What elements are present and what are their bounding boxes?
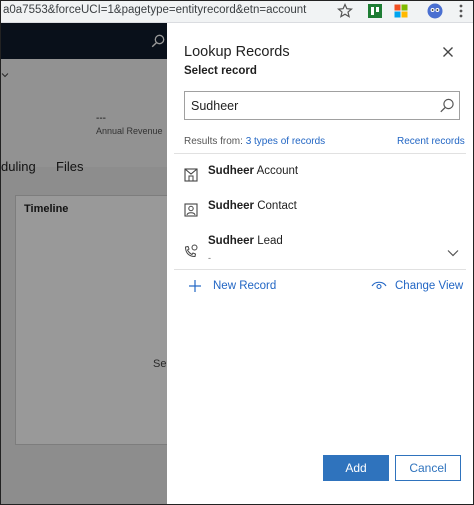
contact-icon bbox=[184, 203, 198, 217]
divider bbox=[174, 269, 466, 270]
background-app: --- Annual Revenue duling Files Timeline… bbox=[1, 23, 167, 504]
close-icon[interactable] bbox=[439, 43, 457, 61]
address-bar-url[interactable]: a0a7553&forceUCI=1&pagetype=entityrecord… bbox=[3, 4, 306, 16]
cancel-button[interactable]: Cancel bbox=[395, 455, 461, 481]
result-name: Sudheer bbox=[208, 200, 255, 212]
result-label: Sudheer Contact bbox=[208, 200, 297, 212]
search-box bbox=[184, 91, 460, 120]
result-label: Sudheer Account bbox=[208, 165, 298, 177]
record-types-link[interactable]: 3 types of records bbox=[246, 136, 325, 147]
result-type: Contact bbox=[257, 200, 297, 212]
results-from: Results from: 3 types of records bbox=[184, 136, 325, 147]
result-subtext: - bbox=[208, 253, 211, 263]
bookmark-star-icon[interactable] bbox=[337, 3, 353, 19]
extension-green-icon[interactable] bbox=[367, 3, 383, 19]
search-input[interactable] bbox=[191, 96, 431, 116]
results-from-label: Results from: bbox=[184, 136, 243, 147]
result-item-contact[interactable]: Sudheer Contact bbox=[167, 194, 473, 228]
panel-title: Lookup Records bbox=[184, 44, 290, 60]
modal-overlay[interactable] bbox=[1, 23, 167, 504]
divider bbox=[174, 153, 466, 154]
eye-icon bbox=[371, 281, 387, 290]
panel-subtitle: Select record bbox=[184, 65, 257, 77]
lookup-records-panel: Lookup Records Select record Results fro… bbox=[167, 23, 473, 504]
recent-records-link[interactable]: Recent records bbox=[397, 136, 465, 147]
result-type: Lead bbox=[257, 235, 283, 247]
chevron-down-icon[interactable] bbox=[446, 246, 460, 260]
change-view-button[interactable]: Change View bbox=[371, 277, 463, 295]
browser-menu-icon[interactable] bbox=[453, 3, 469, 19]
windows-logo-icon[interactable] bbox=[393, 3, 409, 19]
result-name: Sudheer bbox=[208, 235, 255, 247]
add-button[interactable]: Add bbox=[323, 455, 389, 481]
new-record-label: New Record bbox=[213, 280, 277, 292]
profile-avatar-icon[interactable] bbox=[427, 3, 443, 19]
change-view-label: Change View bbox=[395, 280, 464, 292]
result-label: Sudheer Lead bbox=[208, 235, 283, 247]
plus-icon bbox=[189, 280, 201, 292]
result-name: Sudheer bbox=[208, 165, 255, 177]
account-icon bbox=[184, 168, 198, 182]
result-type: Account bbox=[256, 165, 299, 177]
screen: a0a7553&forceUCI=1&pagetype=entityrecord… bbox=[0, 0, 474, 505]
result-item-lead[interactable]: Sudheer Lead - bbox=[167, 229, 473, 269]
search-icon[interactable] bbox=[438, 97, 456, 115]
lead-icon bbox=[184, 244, 198, 258]
result-item-account[interactable]: Sudheer Account bbox=[167, 159, 473, 193]
browser-toolbar: a0a7553&forceUCI=1&pagetype=entityrecord… bbox=[1, 1, 473, 23]
